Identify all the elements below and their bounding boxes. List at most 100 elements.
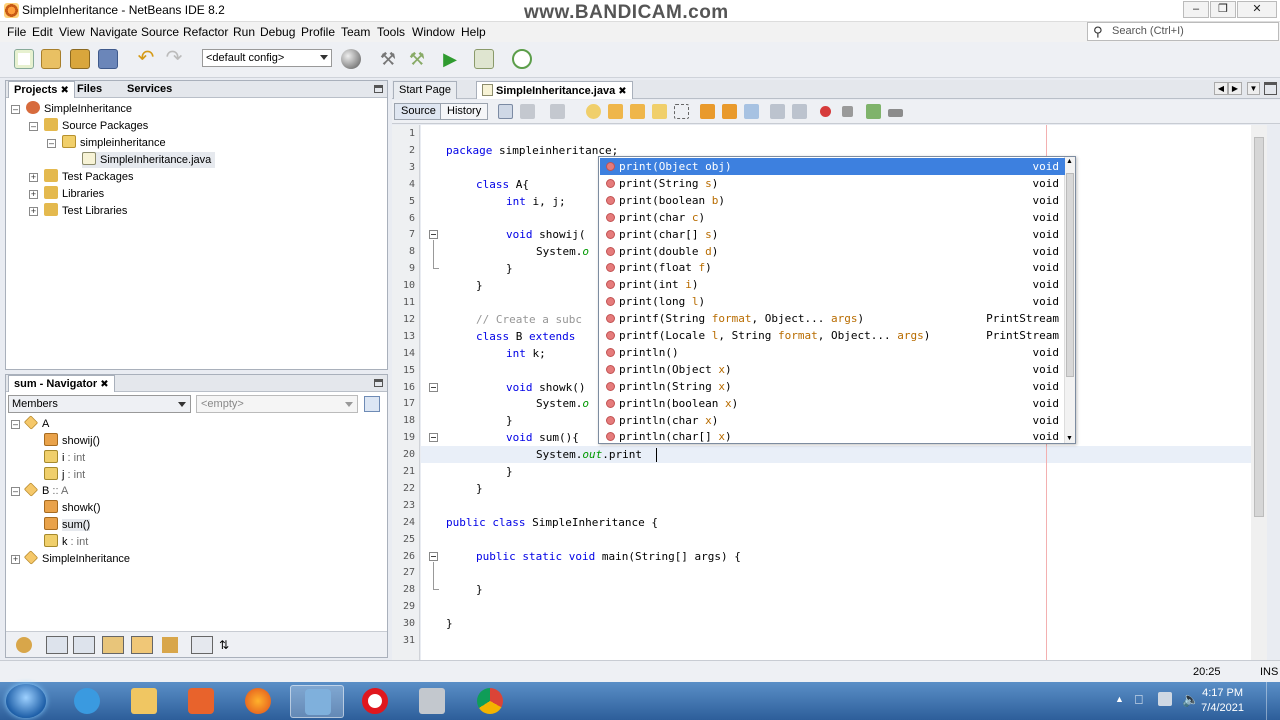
scrollbar-thumb[interactable]	[1066, 173, 1074, 377]
previous-bookmark-icon[interactable]	[700, 104, 715, 119]
tab-files[interactable]: Files	[72, 81, 107, 98]
fold-icon[interactable]	[429, 382, 438, 392]
find-next-icon[interactable]	[630, 104, 645, 119]
source-button[interactable]: Source	[394, 103, 443, 120]
completion-item[interactable]: println(char[] x) void	[600, 428, 1065, 445]
completion-item[interactable]: println(boolean x) void	[600, 395, 1065, 412]
menu-source[interactable]: Source	[141, 25, 179, 39]
tree-item-project[interactable]: SimpleInheritance	[26, 101, 132, 117]
next-bookmark-icon[interactable]	[722, 104, 737, 119]
completion-item[interactable]: print(long l) void	[600, 293, 1065, 310]
completion-item[interactable]: printf(String format, Object... args) Pri…	[600, 310, 1065, 327]
completion-item[interactable]: print(String s) void	[600, 175, 1065, 192]
maximize-button[interactable]: ❐	[1210, 1, 1236, 18]
completion-item[interactable]: printf(Locale l, String format, Object..…	[600, 327, 1065, 344]
nav-method-showij[interactable]: showij()	[44, 433, 100, 449]
nav-class-main[interactable]: SimpleInheritance	[23, 550, 130, 567]
menu-view[interactable]: View	[59, 25, 85, 39]
code-completion-popup[interactable]: ▲ ▼ print(Object obj) void print(String s)…	[598, 156, 1076, 444]
editor-scrollbar[interactable]	[1251, 125, 1267, 660]
maximize-editor-icon[interactable]	[1264, 82, 1277, 95]
inherited-filter-icon[interactable]	[131, 636, 153, 654]
collapse-icon[interactable]: –	[11, 487, 20, 496]
fold-icon[interactable]	[429, 551, 438, 561]
tab-projects[interactable]: Projects ✖	[8, 81, 75, 98]
completion-item[interactable]: println(String x) void	[600, 378, 1065, 395]
menu-team[interactable]: Team	[341, 25, 370, 39]
collapse-icon[interactable]: –	[11, 105, 20, 114]
tab-simpleinheritance-java[interactable]: SimpleInheritance.java ✖	[476, 81, 633, 99]
non-public-filter-icon[interactable]	[102, 636, 124, 654]
expand-icon[interactable]: +	[29, 207, 38, 216]
undo-icon[interactable]: ↶	[136, 48, 156, 69]
completion-item[interactable]: print(float f) void	[600, 259, 1065, 276]
shift-left-icon[interactable]	[770, 104, 785, 119]
completion-item[interactable]: print(char c) void	[600, 209, 1065, 226]
scroll-down-icon[interactable]: ▼	[1066, 435, 1073, 442]
menu-edit[interactable]: Edit	[32, 25, 53, 39]
minimize-icon[interactable]	[374, 379, 383, 387]
scroll-up-icon[interactable]: ▲	[1066, 158, 1073, 165]
taskbar-netbeans[interactable]	[290, 685, 344, 718]
comment-icon[interactable]	[866, 104, 881, 119]
completion-item[interactable]: println(Object x) void	[600, 361, 1065, 378]
menu-debug[interactable]: Debug	[260, 25, 295, 39]
tab-navigator[interactable]: sum - Navigator ✖	[8, 375, 115, 392]
toggle-bookmark-icon[interactable]	[744, 104, 759, 119]
completion-item[interactable]: print(Object obj) void	[600, 158, 1065, 175]
sort-alpha-icon[interactable]: ⇅	[219, 637, 235, 653]
taskbar-emblem[interactable]	[405, 685, 459, 718]
scroll-tabs-right-icon[interactable]: ▶	[1228, 82, 1242, 95]
toggle-highlight-icon[interactable]	[652, 104, 667, 119]
find-icon[interactable]	[586, 104, 601, 119]
menu-file[interactable]: File	[7, 25, 26, 39]
start-macro-icon[interactable]	[820, 106, 831, 117]
profile-icon[interactable]	[512, 49, 532, 69]
taskbar-media[interactable]	[174, 685, 228, 718]
last-edit-icon[interactable]	[498, 104, 513, 119]
redo-icon[interactable]: ↷	[164, 48, 184, 69]
history-button[interactable]: History	[440, 103, 489, 120]
tab-services[interactable]: Services	[122, 81, 177, 98]
tree-item-package[interactable]: simpleinheritance	[62, 135, 166, 151]
sort-by-name-icon[interactable]	[191, 636, 213, 654]
expand-icon[interactable]: +	[11, 555, 20, 564]
new-file-icon[interactable]	[14, 49, 34, 69]
menu-run[interactable]: Run	[233, 25, 255, 39]
tray-show-hidden-icon[interactable]: ▲	[1115, 694, 1124, 704]
tab-start-page[interactable]: Start Page	[393, 81, 457, 99]
expand-icon[interactable]: +	[29, 190, 38, 199]
source-order-icon[interactable]	[162, 637, 178, 653]
tree-item-source-packages[interactable]: Source Packages	[44, 118, 148, 134]
fold-icon[interactable]	[429, 230, 438, 240]
completion-scrollbar[interactable]: ▲ ▼	[1064, 157, 1075, 443]
fold-icon[interactable]	[429, 433, 438, 443]
tree-item-test-packages[interactable]: Test Packages	[44, 169, 134, 185]
tray-network-icon[interactable]	[1158, 692, 1172, 706]
collapse-icon[interactable]: –	[47, 139, 56, 148]
taskbar-ie[interactable]	[60, 685, 114, 718]
tray-volume-icon[interactable]: 🔈	[1182, 691, 1199, 708]
menu-help[interactable]: Help	[461, 25, 486, 39]
completion-item[interactable]: print(int i) void	[600, 276, 1065, 293]
shift-right-icon[interactable]	[792, 104, 807, 119]
close-button[interactable]: ✕	[1237, 1, 1277, 18]
static-filter-icon[interactable]	[73, 636, 95, 654]
completion-item[interactable]: print(char[] s) void	[600, 226, 1065, 243]
tray-usb-icon[interactable]: ⎕	[1135, 692, 1143, 708]
nav-field-j[interactable]: j : int	[44, 467, 85, 483]
taskbar-firefox[interactable]	[231, 685, 285, 718]
empty-select[interactable]: <empty>	[196, 395, 358, 413]
config-select[interactable]: <default config>	[202, 49, 332, 67]
minimize-button[interactable]: –	[1183, 1, 1209, 18]
menu-window[interactable]: Window	[412, 25, 455, 39]
search-input[interactable]: ⚲ Search (Ctrl+I)	[1087, 22, 1279, 41]
clean-build-icon[interactable]: ⚒	[407, 49, 427, 69]
nav-method-sum[interactable]: sum()	[44, 517, 91, 533]
start-button[interactable]	[6, 684, 46, 718]
toggle-rect-selection-icon[interactable]	[674, 104, 689, 119]
members-select[interactable]: Members	[8, 395, 191, 413]
save-all-icon[interactable]	[98, 49, 118, 69]
nav-field-k[interactable]: k : int	[44, 534, 88, 550]
scrollbar-thumb[interactable]	[1254, 137, 1264, 517]
